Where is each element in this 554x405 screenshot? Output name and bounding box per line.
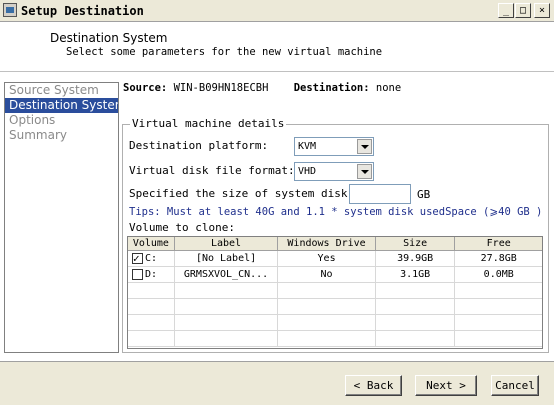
page-title: Destination System — [50, 31, 168, 45]
window-title: Setup Destination — [21, 4, 144, 18]
volume-to-clone-label: Volume to clone: — [129, 221, 235, 234]
disk-size-unit: GB — [417, 188, 431, 201]
destination-value: none — [375, 82, 402, 94]
size-cell: 39.9GB — [376, 251, 456, 266]
disk-format-value: VHD — [298, 166, 317, 177]
label-cell: GRMSXVOL_CN... — [175, 267, 279, 282]
back-button[interactable]: < Back — [345, 375, 402, 396]
platform-select[interactable]: KVM — [294, 137, 374, 156]
free-cell: 27.8GB — [480, 253, 517, 264]
chevron-down-icon[interactable] — [357, 139, 372, 154]
platform-value: KVM — [298, 141, 317, 152]
step-summary: Summary — [9, 128, 67, 142]
step-source-system: Source System — [9, 83, 99, 97]
close-button[interactable]: × — [534, 3, 550, 18]
destination-label: Destination: — [293, 82, 370, 94]
table-header: Volume Label Windows Drive Size Free — [128, 237, 542, 251]
free-cell: 0.0MB — [483, 269, 514, 280]
wizard-footer: < Back Next > Cancel — [0, 361, 554, 405]
vm-details-group: Virtual machine details Destination plat… — [122, 117, 549, 353]
disk-format-select[interactable]: VHD — [294, 162, 374, 181]
table-row[interactable]: D: GRMSXVOL_CN... No 3.1GB 0.0MB — [128, 267, 542, 283]
minimize-button[interactable]: _ — [498, 3, 514, 18]
table-row-empty — [128, 283, 542, 299]
volume-cell: D: — [128, 267, 175, 282]
vm-details-legend: Virtual machine details — [130, 117, 287, 130]
volume-checkbox-c[interactable] — [132, 251, 143, 266]
page-subtitle: Select some parameters for the new virtu… — [66, 46, 383, 58]
disk-size-input[interactable] — [349, 184, 411, 204]
steps-sidebar: Source System Destination System Options… — [4, 82, 119, 353]
volume-table: Volume Label Windows Drive Size Free C: … — [127, 236, 543, 349]
column-header-label[interactable]: Label — [175, 237, 279, 250]
table-row-empty — [128, 331, 542, 347]
label-cell: [No Label] — [175, 251, 279, 266]
table-row-empty — [128, 299, 542, 315]
volume-name: D: — [145, 269, 158, 280]
volume-cell: C: — [128, 251, 175, 266]
app-icon — [3, 3, 17, 17]
column-header-volume[interactable]: Volume — [128, 237, 175, 250]
disk-size-label: Specified the size of system disk: — [129, 187, 355, 200]
size-cell: 3.1GB — [376, 267, 456, 282]
volume-name: C: — [145, 253, 158, 264]
source-destination-info: Source: WIN-B09HN18ECBH Destination: non… — [123, 82, 401, 94]
step-destination-system: Destination System — [5, 98, 118, 113]
column-header-free[interactable]: Free — [455, 237, 542, 250]
disk-format-label: Virtual disk file format: — [129, 164, 295, 177]
cancel-button[interactable]: Cancel — [491, 375, 539, 396]
page-header: Destination System Select some parameter… — [0, 22, 554, 72]
table-row[interactable]: C: [No Label] Yes 39.9GB 27.8GB — [128, 251, 542, 267]
source-value: WIN-B09HN18ECBH — [173, 82, 269, 94]
chevron-down-icon[interactable] — [357, 164, 372, 179]
source-label: Source: — [123, 82, 168, 94]
maximize-button[interactable]: □ — [515, 3, 531, 18]
next-button[interactable]: Next > — [415, 375, 477, 396]
column-header-size[interactable]: Size — [376, 237, 456, 250]
step-options: Options — [9, 113, 56, 127]
table-row-empty — [128, 315, 542, 331]
tips-text: Tips: Must at least 40G and 1.1 * system… — [129, 206, 543, 218]
title-bar: Setup Destination _ □ × — [0, 0, 554, 22]
windows-drive-cell: Yes — [278, 251, 376, 266]
volume-checkbox-d[interactable] — [132, 268, 143, 280]
column-header-windows-drive[interactable]: Windows Drive — [278, 237, 376, 250]
windows-drive-cell: No — [278, 267, 376, 282]
platform-label: Destination platform: — [129, 139, 269, 152]
